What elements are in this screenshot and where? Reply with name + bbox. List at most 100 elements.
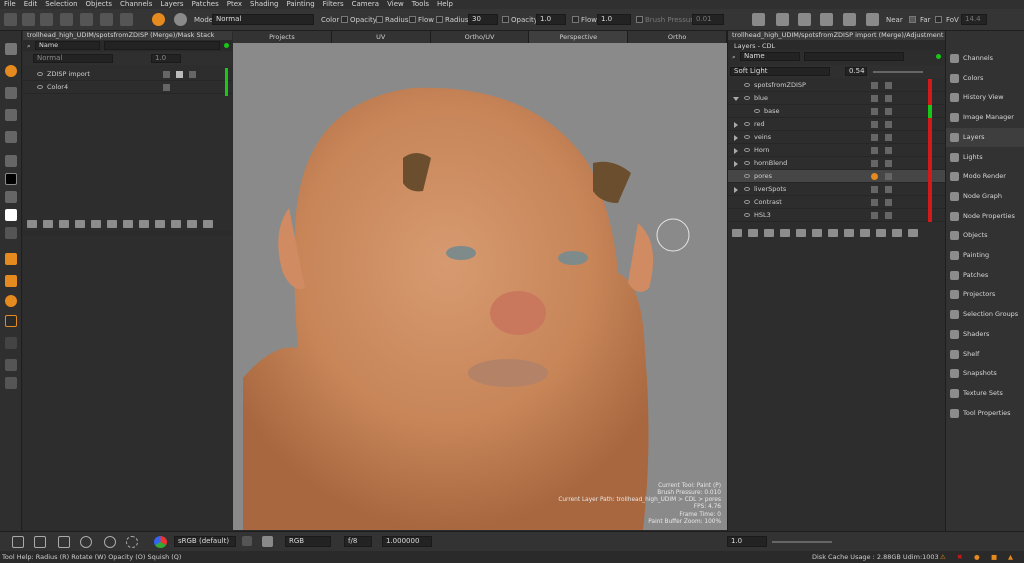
menu-shading[interactable]: Shading: [250, 0, 278, 9]
visibility-eye-icon[interactable]: [744, 135, 750, 139]
reset-colors-icon[interactable]: [5, 227, 17, 239]
panel-tab-patches[interactable]: Patches: [946, 266, 1024, 285]
visibility-eye-icon[interactable]: [37, 85, 43, 89]
panel-tab-tool-properties[interactable]: Tool Properties: [946, 404, 1024, 423]
panel-tab-image-manager[interactable]: Image Manager: [946, 108, 1024, 127]
viewport-tab-uv[interactable]: UV: [331, 31, 431, 43]
adjustment-name-filter[interactable]: Name: [740, 52, 800, 61]
radius-checkbox[interactable]: [376, 16, 383, 23]
mask-layer-row[interactable]: ZDISP import: [23, 68, 232, 81]
menu-edit[interactable]: Edit: [24, 0, 38, 9]
paint-tool-icon[interactable]: [5, 65, 17, 77]
eraser-tool-icon[interactable]: [5, 87, 17, 99]
adj-move-down-icon[interactable]: [876, 229, 886, 237]
eyedropper-icon[interactable]: [80, 13, 93, 26]
move-tool-icon[interactable]: [5, 337, 17, 349]
near-toggle[interactable]: [909, 16, 916, 23]
adjustment-layer-row[interactable]: base: [728, 105, 946, 118]
panel-tab-shaders[interactable]: Shaders: [946, 325, 1024, 344]
expand-chevron-icon[interactable]: [734, 122, 738, 128]
brush-pressure-input[interactable]: 0.01: [692, 14, 724, 25]
viewport-tab-ortho-uv[interactable]: Ortho/UV: [430, 31, 530, 43]
flow-checkbox[interactable]: [409, 16, 416, 23]
clip-icon[interactable]: [262, 536, 273, 547]
adjust-icon[interactable]: [43, 220, 53, 228]
opacity-field-checkbox[interactable]: [502, 16, 509, 23]
exposure-field[interactable]: 1.000000: [382, 536, 432, 547]
new-file-icon[interactable]: [4, 13, 17, 26]
visibility-eye-icon[interactable]: [744, 161, 750, 165]
visibility-eye-icon[interactable]: [744, 213, 750, 217]
filter-icon[interactable]: [91, 220, 101, 228]
layer-mask-icon[interactable]: [163, 84, 170, 91]
menu-channels[interactable]: Channels: [120, 0, 152, 9]
flow-input[interactable]: 1.0: [597, 14, 631, 25]
brush-pressure-checkbox[interactable]: [636, 16, 643, 23]
frame-tool-icon[interactable]: [5, 359, 17, 371]
panel-tab-shelf[interactable]: Shelf: [946, 345, 1024, 364]
adj-add-icon[interactable]: [732, 229, 742, 237]
visibility-eye-icon[interactable]: [744, 83, 750, 87]
transform-icon[interactable]: [60, 13, 73, 26]
record-icon[interactable]: [152, 13, 165, 26]
panel-tab-channels[interactable]: Channels: [946, 49, 1024, 68]
foreground-color-swatch[interactable]: [5, 173, 17, 185]
panel-tab-node-graph[interactable]: Node Graph: [946, 187, 1024, 206]
radius-field-checkbox[interactable]: [436, 16, 443, 23]
mode-select[interactable]: Normal: [212, 14, 314, 25]
stamp-tool-icon[interactable]: [5, 315, 17, 327]
radius-input[interactable]: 30: [468, 14, 498, 25]
menu-camera[interactable]: Camera: [352, 0, 379, 9]
adjustment-layer-row[interactable]: Contrast: [728, 196, 946, 209]
layer-mask-icon[interactable]: [885, 212, 892, 219]
opacity-input[interactable]: 1.0: [536, 14, 566, 25]
layer-mask-icon[interactable]: [885, 95, 892, 102]
brush-preview-icon[interactable]: [174, 13, 187, 26]
layer-mask-icon[interactable]: [885, 199, 892, 206]
panel-tab-texture-sets[interactable]: Texture Sets: [946, 384, 1024, 403]
viewport-tab-projects[interactable]: Projects: [233, 31, 332, 43]
adjustment-layer-row[interactable]: pores: [728, 170, 946, 183]
panel-tab-history-view[interactable]: History View: [946, 88, 1024, 107]
select-tool-icon[interactable]: [5, 43, 17, 55]
fov-input[interactable]: 14.4: [961, 14, 987, 25]
background-color-swatch[interactable]: [5, 209, 17, 221]
flow-field-checkbox[interactable]: [572, 16, 579, 23]
layer-mask-icon[interactable]: [885, 82, 892, 89]
adj-delete-icon[interactable]: [908, 229, 918, 237]
group-icon[interactable]: [75, 220, 85, 228]
merge-icon[interactable]: [59, 220, 69, 228]
brush-icon[interactable]: [120, 13, 133, 26]
3d-viewport[interactable]: Projects UV Ortho/UV Perspective Ortho Curre…: [233, 31, 727, 530]
adjustment-layer-row[interactable]: blue: [728, 92, 946, 105]
opacity-checkbox[interactable]: [341, 16, 348, 23]
layer-mask-icon[interactable]: [885, 121, 892, 128]
visibility-eye-icon[interactable]: [744, 122, 750, 126]
frame-view-icon[interactable]: [126, 536, 138, 548]
snapshot-icon[interactable]: [866, 13, 879, 26]
adj-filter-icon[interactable]: [796, 229, 806, 237]
view-icon[interactable]: [820, 13, 833, 26]
panel-tab-projectors[interactable]: Projectors: [946, 285, 1024, 304]
adjustment-layer-row[interactable]: Horn: [728, 144, 946, 157]
pan-view-icon[interactable]: [34, 536, 46, 548]
pick-tool-icon[interactable]: [5, 155, 17, 167]
gradient-icon[interactable]: [107, 220, 117, 228]
viewport-tab-perspective[interactable]: Perspective: [529, 31, 629, 43]
visibility-eye-icon[interactable]: [754, 109, 760, 113]
collapse-chevron-icon[interactable]: [733, 97, 739, 101]
layer-link-icon[interactable]: [189, 71, 196, 78]
layer-mask-icon[interactable]: [885, 173, 892, 180]
clone-tool-icon[interactable]: [5, 131, 17, 143]
move-down-icon[interactable]: [171, 220, 181, 228]
menu-help[interactable]: Help: [437, 0, 453, 9]
move-up-icon[interactable]: [155, 220, 165, 228]
layer-mask-icon[interactable]: [885, 186, 892, 193]
adjustment-layer-row[interactable]: veins: [728, 131, 946, 144]
mask-search-input[interactable]: [104, 41, 220, 50]
adj-merge-icon[interactable]: [764, 229, 774, 237]
swap-colors-icon[interactable]: [5, 191, 17, 203]
adj-lock-icon[interactable]: [892, 229, 902, 237]
troll-head-model[interactable]: [233, 43, 727, 530]
adjustment-layer-row[interactable]: red: [728, 118, 946, 131]
